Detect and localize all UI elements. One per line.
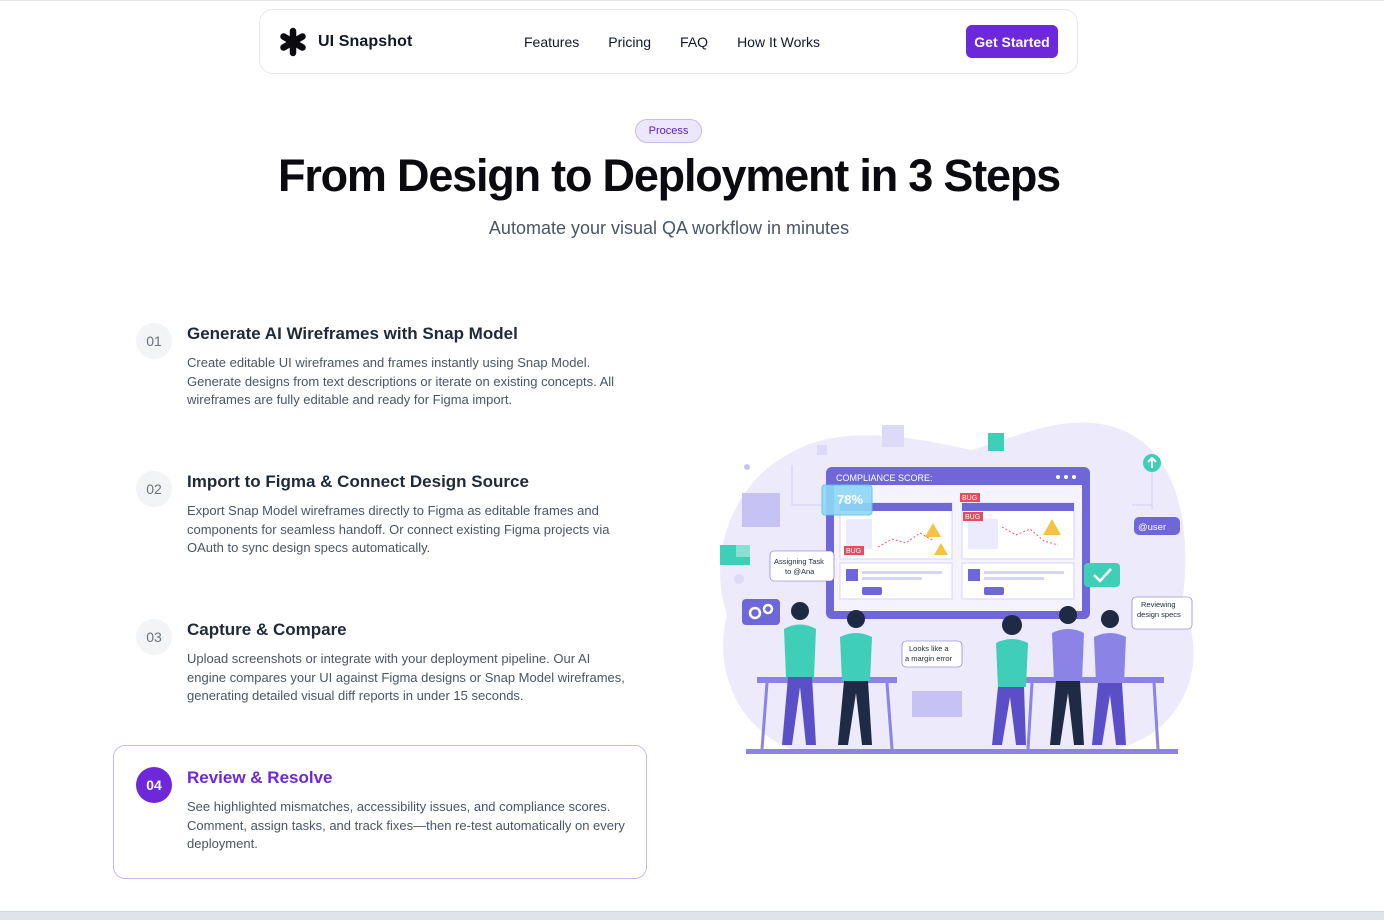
step-number: 04: [136, 767, 172, 803]
arrow-up-icon: [1143, 454, 1161, 472]
section-badge: Process: [635, 119, 702, 143]
brand-name: UI Snapshot: [318, 32, 413, 50]
checkmark-icon: [1084, 563, 1120, 587]
compliance-score: 78%: [837, 492, 863, 507]
step-description: Create editable UI wireframes and frames…: [187, 355, 615, 407]
assign-bubble-line1: Assigning Task: [774, 557, 824, 566]
nav-link-how-it-works[interactable]: How It Works: [737, 34, 820, 50]
step-number: 03: [136, 619, 172, 655]
margin-bubble-line1: Looks like a: [909, 644, 949, 653]
step-title: Review & Resolve: [187, 768, 333, 787]
brand-logo[interactable]: UI Snapshot: [278, 27, 412, 57]
step-description: Upload screenshots or integrate with you…: [187, 651, 625, 703]
step-title: Capture & Compare: [187, 620, 347, 639]
nav-link-features[interactable]: Features: [524, 34, 579, 50]
step-description: Export Snap Model wireframes directly to…: [187, 503, 610, 555]
compliance-label: COMPLIANCE SCORE:: [836, 473, 933, 483]
step-number: 01: [136, 323, 172, 359]
asterisk-logo-icon: [278, 27, 308, 57]
bottom-strip: [0, 911, 1384, 920]
assign-bubble-line2: to @Ana: [785, 567, 815, 576]
user-mention: @user: [1138, 522, 1166, 533]
bug-badge: BUG: [846, 548, 861, 555]
review-bubble-line2: design specs: [1137, 610, 1181, 619]
step-title: Generate AI Wireframes with Snap Model: [187, 324, 518, 343]
nav-link-faq[interactable]: FAQ: [680, 34, 708, 50]
get-started-button[interactable]: Get Started: [966, 25, 1058, 58]
review-bubble-line1: Reviewing: [1141, 600, 1176, 609]
nav-links: Features Pricing FAQ How It Works: [524, 10, 820, 73]
gears-icon: [742, 599, 780, 625]
page-title: From Design to Deployment in 3 Steps: [278, 150, 1061, 201]
nav-link-pricing[interactable]: Pricing: [608, 34, 651, 50]
team-review-illustration: COMPLIANCE SCORE: BUG BUG BUG 78% Assign…: [720, 422, 1194, 754]
bug-badge: BUG: [965, 514, 980, 521]
step-description: See highlighted mismatches, accessibilit…: [187, 799, 625, 851]
page-subtitle: Automate your visual QA workflow in minu…: [488, 218, 850, 238]
bug-badge: BUG: [962, 495, 977, 502]
step-title: Import to Figma & Connect Design Source: [187, 472, 529, 491]
top-border: [0, 0, 1384, 1]
navbar: UI Snapshot Features Pricing FAQ How It …: [259, 9, 1078, 74]
step-number: 02: [136, 471, 172, 507]
margin-bubble-line2: a margin error: [905, 654, 953, 663]
